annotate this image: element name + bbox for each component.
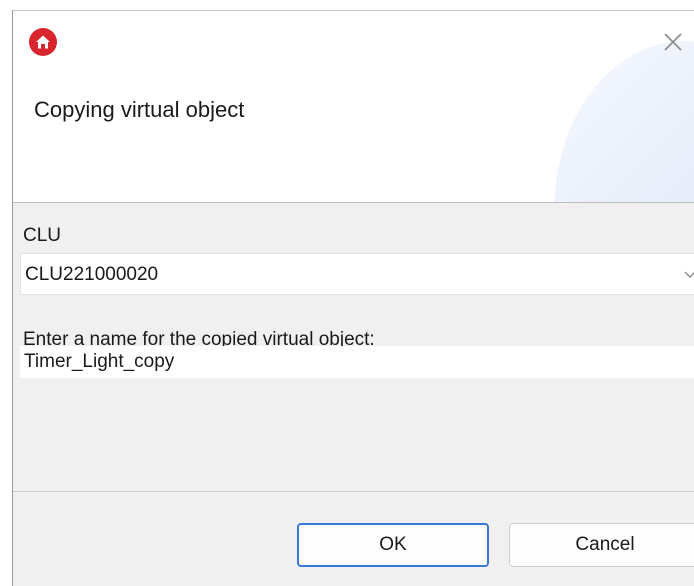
- clu-label: CLU: [23, 225, 62, 246]
- header-decoration: [554, 41, 694, 202]
- clu-select[interactable]: CLU221000020: [20, 253, 694, 295]
- close-icon: [664, 33, 682, 51]
- close-button[interactable]: [660, 29, 686, 55]
- object-name-input[interactable]: [20, 346, 694, 378]
- cancel-button[interactable]: Cancel: [509, 523, 694, 567]
- dialog-title: Copying virtual object: [34, 97, 245, 122]
- chevron-down-icon: [684, 271, 694, 278]
- footer-divider: [13, 491, 694, 492]
- home-icon: [29, 28, 57, 56]
- dialog-header: Copying virtual object: [13, 11, 694, 203]
- clu-select-value: CLU221000020: [25, 264, 159, 285]
- copy-object-dialog: Copying virtual object CLU CLU221000020 …: [12, 10, 694, 586]
- ok-button[interactable]: OK: [297, 523, 489, 567]
